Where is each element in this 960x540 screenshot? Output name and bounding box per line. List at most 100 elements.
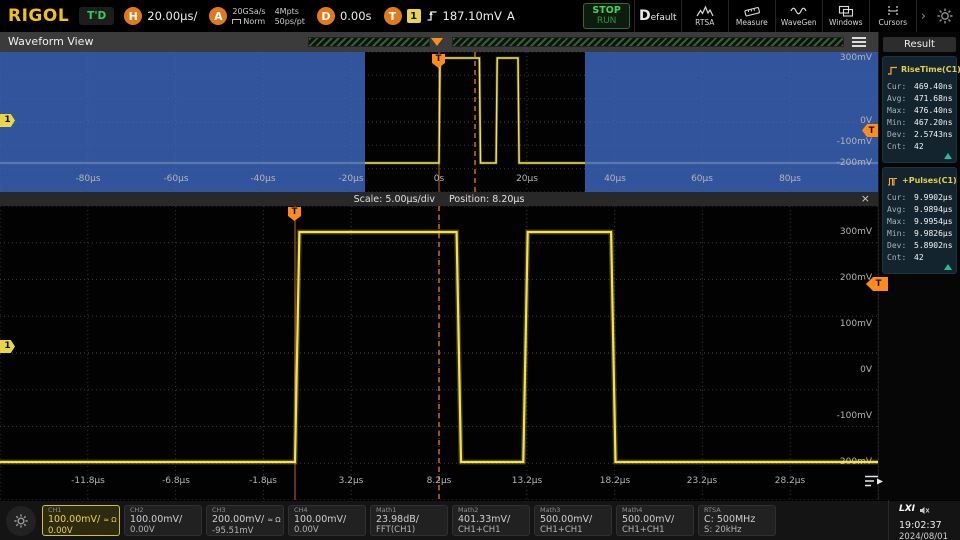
position-label: Position: xyxy=(449,194,489,205)
settings-button[interactable] xyxy=(6,506,36,536)
x-tick-label: 8.2μs xyxy=(414,476,464,486)
top-toolbar: RIGOL T'D H 20.00μs/ A 20GSa/s 4Mpts Nor… xyxy=(0,0,960,32)
slope-icon xyxy=(426,7,438,26)
x-tick-label: -6.8μs xyxy=(151,476,201,486)
y-axis-label: 300mV xyxy=(840,53,872,63)
result-panel-title: Result xyxy=(883,37,956,52)
cursors-icon xyxy=(885,5,901,17)
channel-box-math4[interactable]: Math4500.00mV/CH1+CH1 xyxy=(616,505,694,536)
channel-offset: FFT(CH1) xyxy=(376,525,447,535)
x-tick-label: 18.2μs xyxy=(590,476,640,486)
measurement-card[interactable]: RiseTime(C1)Cur:469.40nsAvg:471.68nsMax:… xyxy=(882,56,957,163)
acquisition-timeline-right[interactable] xyxy=(452,37,844,47)
expand-triangle-icon[interactable] xyxy=(944,153,952,159)
horizontal-settings[interactable]: H 20.00μs/ xyxy=(124,7,197,25)
sample-rate: 20GSa/s xyxy=(232,7,265,16)
channel-box-ch2[interactable]: CH2100.00mV/0.00V xyxy=(124,505,202,536)
channel-label: CH3 xyxy=(212,507,283,514)
channel-box-math3[interactable]: Math3500.00mV/CH1+CH1 xyxy=(534,505,612,536)
coupling-impedance-icons: ≈ Ω xyxy=(103,516,116,524)
x-tick-label: 13.2μs xyxy=(502,476,552,486)
measurement-name: +Pulses(C1) xyxy=(902,176,957,185)
scale-label: Scale: xyxy=(354,194,383,205)
measurement-icon xyxy=(887,171,899,190)
measurement-icon xyxy=(887,60,898,79)
measure-button[interactable]: Measure xyxy=(728,0,775,32)
rigol-gear-logo[interactable] xyxy=(930,7,960,25)
lxi-logo: LXI xyxy=(899,504,915,514)
x-tick-label: 28.2μs xyxy=(765,476,815,486)
channel-label: CH4 xyxy=(294,507,365,514)
measurement-name: RiseTime(C1) xyxy=(901,65,960,74)
menu-icon[interactable] xyxy=(852,37,866,49)
channel-scale: 100.00mV/ xyxy=(130,514,201,525)
trigger-settings[interactable]: T 1 187.10mV A xyxy=(384,7,515,26)
measurement-row: Cnt:42 xyxy=(887,141,952,153)
trigger-position-triangle[interactable] xyxy=(431,38,443,46)
channel-offset: -95.51mV xyxy=(212,526,283,536)
close-zoom-icon[interactable]: × xyxy=(861,192,870,206)
wavegen-icon xyxy=(790,5,808,17)
expand-triangle-icon[interactable] xyxy=(944,264,952,270)
channel-label: CH2 xyxy=(130,507,201,514)
main-plot[interactable]: T 1 T -11.8μs-6.8μs-1.8μs3.2μs8.2μs13.2μ… xyxy=(0,206,878,500)
channel-offset: S: 20kHz xyxy=(704,525,775,535)
system-time: 19:02:37 xyxy=(899,520,942,531)
acquire-icon: A xyxy=(209,7,227,25)
cursors-button[interactable]: Cursors xyxy=(869,0,916,32)
x-tick-label: -40μs xyxy=(238,174,288,184)
windows-button[interactable]: Windows xyxy=(822,0,869,32)
clock-block: LXI 19:02:37 2024/08/01 xyxy=(888,500,948,540)
oscilloscope-screen: RIGOL T'D H 20.00μs/ A 20GSa/s 4Mpts Nor… xyxy=(0,0,960,540)
delay-settings[interactable]: D 0.00s xyxy=(317,7,372,25)
x-tick-label: 20μs xyxy=(502,174,552,184)
channel-box-ch1[interactable]: CH1100.00mV/≈ Ω0.00V xyxy=(42,505,120,536)
measurement-row: Max:9.9954μs xyxy=(887,216,952,228)
default-button[interactable]: Default xyxy=(634,0,681,32)
x-tick-label: 0s xyxy=(414,174,464,184)
measurement-row: Dev:2.5743ns xyxy=(887,129,952,141)
memory-depth: 4Mpts xyxy=(275,7,305,16)
x-tick-label: -1.8μs xyxy=(238,476,288,486)
channel-scale: 23.98dB/ xyxy=(376,514,447,525)
rtsa-button[interactable]: RTSA xyxy=(681,0,728,32)
unzoomed-region-left[interactable] xyxy=(0,52,365,192)
x-tick-label: 40μs xyxy=(590,174,640,184)
channel-box-ch3[interactable]: CH3200.00mV/≈ Ω-95.51mV xyxy=(206,505,284,536)
delay-value: 0.00s xyxy=(340,9,372,23)
acquisition-timeline-left[interactable] xyxy=(308,37,430,47)
channel-scale: C: 500MHz xyxy=(704,514,775,525)
x-tick-label: 60μs xyxy=(677,174,727,184)
speaker-mute-icon[interactable] xyxy=(919,500,930,519)
overview-plot[interactable]: T 1 T -80μs-60μs-40μs-20μs0s20μs40μs60μs… xyxy=(0,52,878,192)
measurement-row: Cur:469.40ns xyxy=(887,81,952,93)
timebase-value: 20.00μs/ xyxy=(147,9,197,23)
channel-offset: CH1+CH1 xyxy=(458,525,529,535)
toolbar-expand-chevron[interactable]: › xyxy=(916,0,930,32)
wavegen-button[interactable]: WaveGen xyxy=(775,0,822,32)
channel-scale: 100.00mV/≈ Ω xyxy=(48,514,119,526)
channel-box-math1[interactable]: Math123.98dB/FFT(CH1) xyxy=(370,505,448,536)
x-tick-label: -11.8μs xyxy=(63,476,113,486)
channel-offset: CH1+CH1 xyxy=(622,525,693,535)
run-stop-button[interactable]: STOP RUN xyxy=(583,3,629,29)
measurement-row: Min:9.9826μs xyxy=(887,228,952,240)
measurement-row: Avg:9.9894μs xyxy=(887,204,952,216)
channel-offset: 0.00V xyxy=(130,525,201,535)
trigger-mode: A xyxy=(507,9,515,23)
measurement-row: Cnt:42 xyxy=(887,252,952,264)
channel-offset: CH1+CH1 xyxy=(540,525,611,535)
channel-scale: 500.00mV/ xyxy=(540,514,611,525)
unzoomed-region-right[interactable] xyxy=(585,52,878,192)
waveform-view-title: Waveform View xyxy=(8,35,93,48)
channel-boxes: CH1100.00mV/≈ Ω0.00VCH2100.00mV/0.00VCH3… xyxy=(42,505,776,536)
x-tick-label: -80μs xyxy=(63,174,113,184)
channel-box-ch4[interactable]: CH4100.00mV/0.00V xyxy=(288,505,366,536)
channel-box-rtsa[interactable]: RTSAC: 500MHzS: 20kHz xyxy=(698,505,776,536)
acquisition-settings[interactable]: A 20GSa/s 4Mpts Norm 50ps/pt xyxy=(209,7,305,26)
measurement-card[interactable]: +Pulses(C1)Cur:9.9902μsAvg:9.9894μsMax:9… xyxy=(882,167,957,274)
trigger-level-value: 187.10mV xyxy=(443,9,502,23)
channel-box-math2[interactable]: Math2401.33mV/CH1+CH1 xyxy=(452,505,530,536)
norm-mode-icon xyxy=(232,19,241,24)
windows-icon xyxy=(838,5,854,17)
